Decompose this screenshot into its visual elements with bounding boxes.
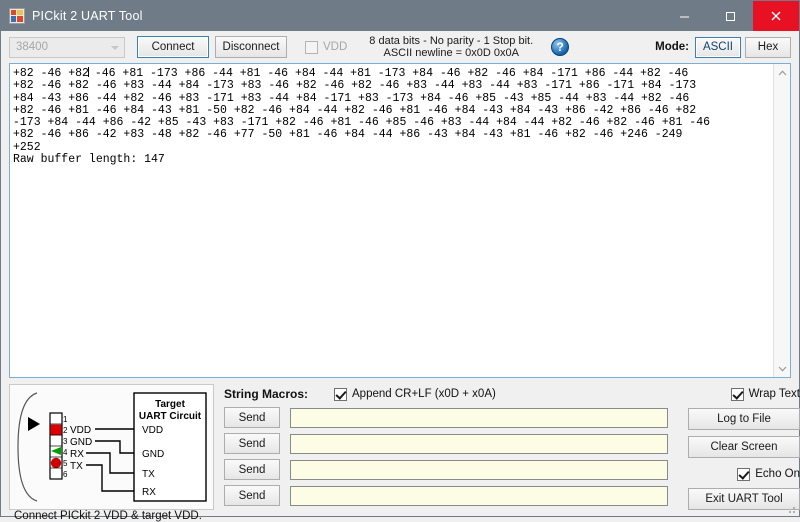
- svg-text:VDD: VDD: [142, 425, 163, 436]
- title-bar: PICkit 2 UART Tool: [1, 1, 799, 31]
- terminal-line: +82 -46 +82 -46 +81 -173 +86 -44 +81 -46…: [13, 67, 689, 80]
- log-to-file-button[interactable]: Log to File: [688, 408, 800, 430]
- pinout-caption: Connect PICkit 2 VDD & target VDD.: [14, 510, 202, 522]
- svg-text:TX: TX: [70, 461, 83, 472]
- echo-on-checkbox-box: [737, 467, 751, 481]
- svg-text:RX: RX: [70, 449, 84, 460]
- mode-ascii-button[interactable]: ASCII: [695, 36, 741, 58]
- wrap-text-label: Wrap Text: [748, 388, 800, 400]
- minimize-button[interactable]: [661, 1, 707, 31]
- echo-on-label: Echo On: [755, 468, 800, 480]
- minimize-icon: [679, 16, 689, 17]
- disconnect-button[interactable]: Disconnect: [215, 36, 287, 58]
- terminal-line: +82 -46 +86 -42 +83 -48 +82 -46 +77 -50 …: [13, 128, 683, 142]
- append-crlf-label: Append CR+LF (x0D + x0A): [352, 388, 496, 400]
- macro-input-2[interactable]: [290, 433, 668, 454]
- terminal-output[interactable]: +82 -46 +82 -46 +81 -173 +86 -44 +81 -46…: [10, 64, 773, 377]
- close-icon: [771, 11, 781, 21]
- window-controls: [661, 1, 799, 31]
- serial-settings-line2: ASCII newline = 0x0D 0x0A: [383, 47, 519, 59]
- help-icon[interactable]: ?: [551, 38, 570, 56]
- pickit2-uart-tool-window: PICkit 2 UART Tool 38400 Connect Disconn…: [0, 0, 800, 522]
- string-macros-title: String Macros:: [224, 387, 309, 401]
- mode-group: Mode: ASCII Hex: [655, 36, 791, 58]
- pinout-diagram: 1 2 3 4 5 6 VDD GND RX TX Target UART Ci: [9, 384, 214, 522]
- chevron-down-icon: [111, 45, 119, 50]
- macro-input-3[interactable]: [290, 459, 668, 480]
- terminal-panel: +82 -46 +82 -46 +81 -173 +86 -44 +81 -46…: [9, 63, 791, 378]
- append-crlf-checkbox-box: [334, 387, 348, 401]
- svg-text:2: 2: [63, 426, 68, 435]
- window-title: PICkit 2 UART Tool: [32, 9, 143, 23]
- baud-rate-select[interactable]: 38400: [9, 36, 125, 58]
- macro-input-1[interactable]: [290, 407, 668, 428]
- close-button[interactable]: [753, 1, 799, 31]
- svg-text:5: 5: [63, 459, 68, 468]
- toolbar: 38400 Connect Disconnect VDD 8 data bits…: [1, 31, 799, 63]
- append-crlf-checkbox[interactable]: Append CR+LF (x0D + x0A): [334, 387, 496, 401]
- serial-settings-info: 8 data bits - No parity - 1 Stop bit. AS…: [369, 35, 533, 59]
- send-button-4[interactable]: Send: [224, 485, 280, 506]
- macro-row: Send: [224, 485, 668, 506]
- svg-text:3: 3: [63, 437, 68, 446]
- svg-text:4: 4: [63, 448, 68, 457]
- wrap-text-checkbox[interactable]: Wrap Text: [730, 384, 800, 404]
- pinout-diagram-graphic: 1 2 3 4 5 6 VDD GND RX TX Target UART Ci: [17, 392, 207, 502]
- scroll-up-icon[interactable]: [774, 64, 790, 81]
- svg-text:Target: Target: [155, 399, 185, 410]
- mode-label: Mode:: [655, 41, 689, 53]
- svg-text:GND: GND: [70, 437, 92, 448]
- macro-row: Send: [224, 407, 668, 428]
- clear-screen-button[interactable]: Clear Screen: [688, 436, 800, 458]
- svg-text:RX: RX: [142, 487, 156, 498]
- vdd-checkbox-box: [305, 40, 318, 54]
- string-macros-section: String Macros: Append CR+LF (x0D + x0A) …: [214, 384, 668, 516]
- mode-hex-button[interactable]: Hex: [745, 36, 791, 58]
- svg-text:1: 1: [63, 415, 68, 424]
- svg-text:VDD: VDD: [70, 425, 91, 436]
- vdd-checkbox-label: VDD: [323, 41, 348, 53]
- resize-grip-icon[interactable]: [784, 502, 796, 514]
- svg-text:6: 6: [63, 470, 68, 479]
- macro-input-4[interactable]: [290, 485, 668, 506]
- macro-row: Send: [224, 433, 668, 454]
- wrap-text-checkbox-box: [730, 387, 744, 401]
- send-button-1[interactable]: Send: [224, 407, 280, 428]
- send-button-3[interactable]: Send: [224, 459, 280, 480]
- maximize-button[interactable]: [707, 1, 753, 31]
- connect-button[interactable]: Connect: [137, 36, 209, 58]
- string-macros-header: String Macros: Append CR+LF (x0D + x0A): [224, 384, 668, 404]
- svg-text:UART Circuit: UART Circuit: [139, 411, 202, 422]
- serial-settings-line1: 8 data bits - No parity - 1 Stop bit.: [369, 35, 534, 47]
- app-icon: [9, 8, 25, 24]
- terminal-line: Raw buffer length: 147: [13, 153, 165, 167]
- svg-text:GND: GND: [142, 449, 164, 460]
- baud-rate-value: 38400: [16, 41, 48, 53]
- right-controls: Wrap Text Log to File Clear Screen Echo …: [682, 384, 800, 516]
- terminal-line: +82 -46 +82 -46 +83 -44 +84 -173 +83 -46…: [13, 79, 697, 93]
- macro-row: Send: [224, 459, 668, 480]
- scroll-down-icon[interactable]: [774, 360, 790, 377]
- svg-text:TX: TX: [142, 469, 155, 480]
- text-caret: [87, 67, 89, 77]
- send-button-2[interactable]: Send: [224, 433, 280, 454]
- echo-on-checkbox[interactable]: Echo On: [737, 464, 800, 484]
- maximize-icon: [725, 11, 735, 21]
- bottom-panel: 1 2 3 4 5 6 VDD GND RX TX Target UART Ci: [1, 378, 800, 522]
- vdd-checkbox[interactable]: VDD: [305, 40, 348, 54]
- terminal-scrollbar[interactable]: [773, 64, 790, 377]
